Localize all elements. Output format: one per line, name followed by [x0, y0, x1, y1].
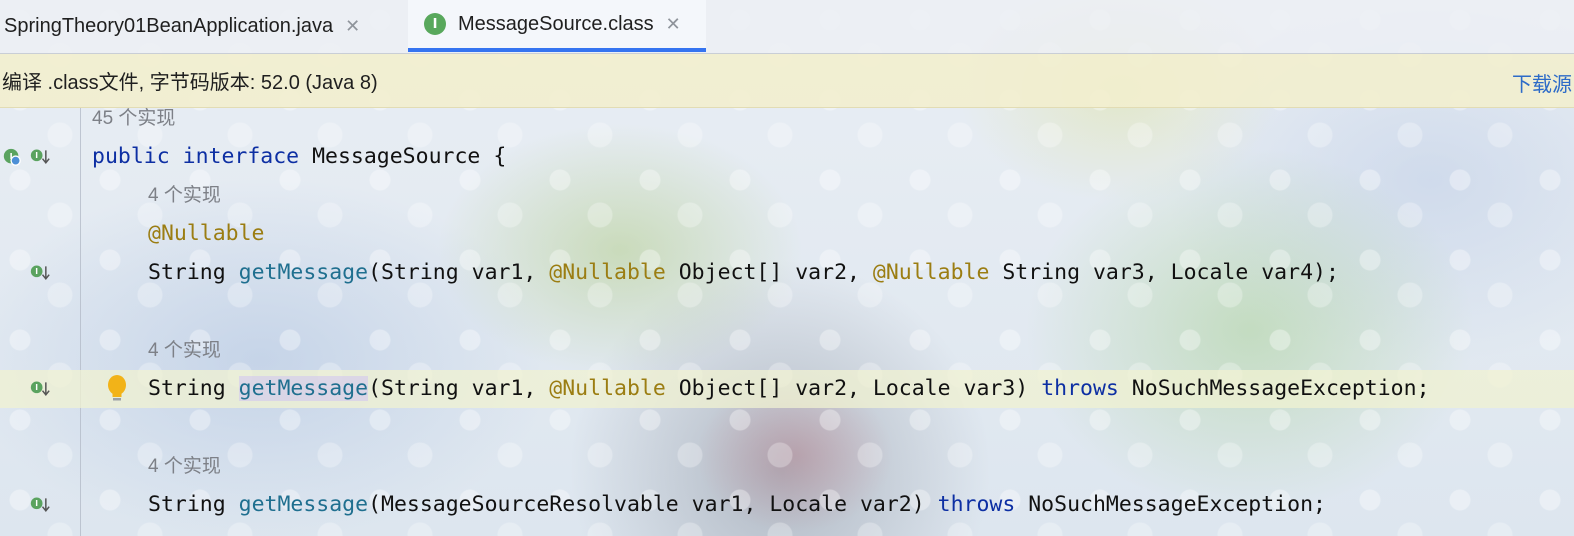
- code-line-current: I String getMessage(String var1, @Nullab…: [0, 370, 1574, 408]
- method-name: getMessage: [238, 260, 369, 285]
- svg-text:I: I: [35, 267, 38, 276]
- tab-label: MessageSource.class: [458, 12, 654, 35]
- keyword-public: public: [92, 144, 170, 169]
- code-line: I String getMessage(String var1, @Nullab…: [0, 254, 1574, 292]
- annotation-nullable: @Nullable: [148, 221, 265, 246]
- keyword-throws: throws: [937, 492, 1016, 517]
- tab-springtheory01beanapplication[interactable]: SpringTheory01BeanApplication.java ✕: [0, 0, 408, 52]
- implementations-hint[interactable]: 4 个实现: [148, 332, 221, 370]
- params-part: Object[] var2, Locale var3): [665, 376, 1042, 401]
- keyword-interface: interface: [182, 144, 300, 169]
- annotation-nullable: @Nullable: [872, 260, 990, 285]
- keyword-throws: throws: [1041, 376, 1119, 401]
- annotation-nullable: @Nullable: [549, 376, 666, 401]
- code-editor[interactable]: 45 个实现 I I public interface MessageSourc…: [0, 108, 1574, 536]
- implementing-method-icon[interactable]: I: [30, 263, 50, 283]
- method-name: getMessage: [238, 376, 369, 401]
- exception-type: NoSuchMessageException;: [1118, 376, 1430, 401]
- code-line: I String getMessage(MessageSourceResolva…: [0, 486, 1574, 524]
- exception-type: NoSuchMessageException;: [1015, 492, 1326, 517]
- code-line: I I public interface MessageSource {: [0, 138, 1574, 176]
- close-icon[interactable]: ✕: [345, 16, 360, 37]
- svg-text:I: I: [35, 499, 38, 508]
- params-part: (String var1,: [368, 376, 550, 401]
- tab-label: SpringTheory01BeanApplication.java: [4, 14, 334, 37]
- inlay-hint-line: 4 个实现: [0, 448, 1574, 486]
- code-line: @Nullable: [0, 215, 1574, 253]
- return-type: String: [148, 376, 226, 401]
- inlay-hint-line: 4 个实现: [0, 177, 1574, 215]
- implemented-icon[interactable]: I: [2, 147, 22, 167]
- open-brace: {: [493, 144, 507, 169]
- inlay-hint-line: 45 个实现: [0, 100, 1574, 138]
- implementations-hint[interactable]: 4 个实现: [148, 448, 221, 486]
- annotation-nullable: @Nullable: [549, 260, 666, 285]
- interface-name: MessageSource: [312, 144, 481, 169]
- interface-icon: I: [424, 13, 446, 35]
- params-part: (String var1,: [368, 260, 550, 285]
- implementing-method-icon[interactable]: I: [30, 147, 50, 167]
- tab-messagesource-class[interactable]: I MessageSource.class ✕: [408, 0, 706, 52]
- return-type: String: [148, 260, 226, 285]
- svg-text:I: I: [10, 151, 13, 161]
- params-part: (MessageSourceResolvable var1, Locale va…: [368, 492, 938, 517]
- method-name: getMessage: [238, 492, 369, 517]
- intention-bulb-icon[interactable]: [104, 373, 130, 405]
- implementing-method-icon[interactable]: I: [30, 379, 50, 399]
- banner-message: 编译 .class文件, 字节码版本: 52.0 (Java 8): [2, 72, 378, 94]
- params-part: Object[] var2,: [665, 260, 873, 285]
- inlay-hint-line: 4 个实现: [0, 332, 1574, 370]
- implementations-hint[interactable]: 4 个实现: [148, 177, 221, 215]
- implementing-method-icon[interactable]: I: [30, 495, 50, 515]
- editor-tab-bar: SpringTheory01BeanApplication.java ✕ I M…: [0, 0, 1574, 54]
- close-icon[interactable]: ✕: [666, 14, 681, 35]
- implementations-hint[interactable]: 45 个实现: [92, 100, 175, 138]
- svg-text:I: I: [35, 383, 38, 392]
- return-type: String: [148, 492, 226, 517]
- svg-text:I: I: [35, 151, 38, 160]
- download-sources-link[interactable]: 下载源: [1512, 68, 1572, 97]
- params-part: String var3, Locale var4);: [989, 260, 1339, 285]
